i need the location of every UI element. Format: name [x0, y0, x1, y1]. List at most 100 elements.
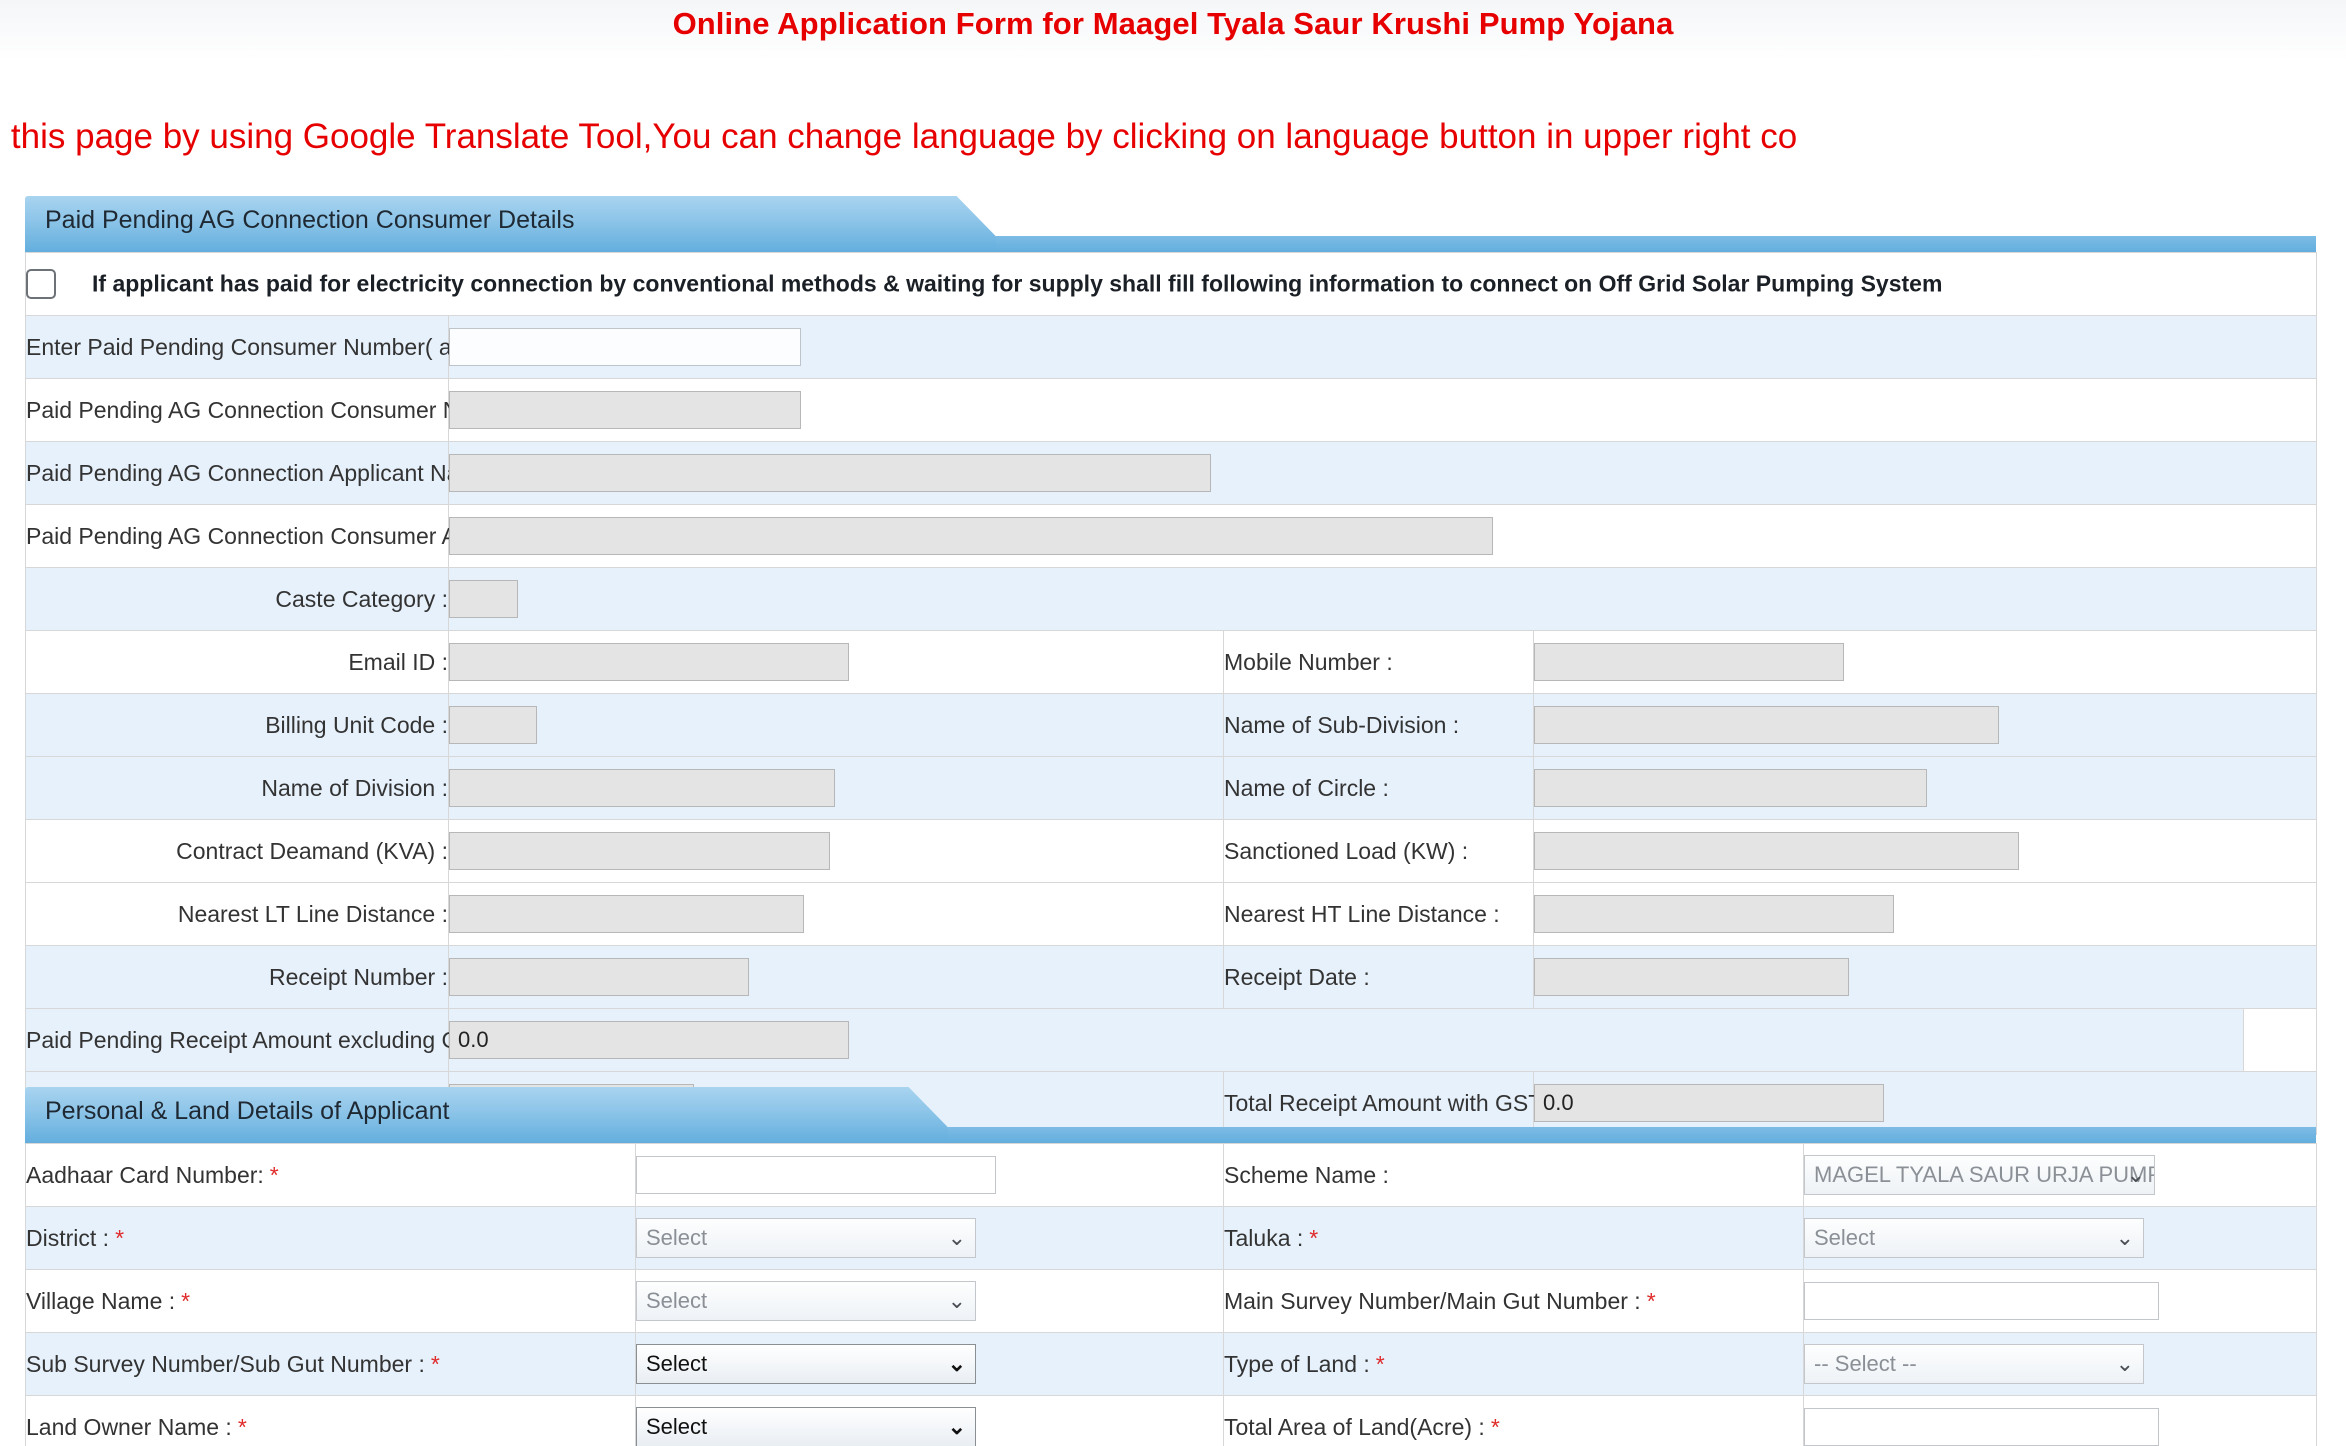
section2-header: Personal & Land Details of Applicant: [25, 1087, 2316, 1143]
consumer-number-input[interactable]: [449, 391, 801, 429]
type-of-land-select[interactable]: -- Select -- ⌄: [1804, 1344, 2144, 1384]
title-bar: Online Application Form for Maagel Tyala…: [0, 0, 2346, 62]
table-row: Name of Division : Name of Circle :: [25, 756, 2318, 820]
district-label-text: District :: [26, 1224, 110, 1251]
email-id-cell: [448, 630, 1224, 694]
application-form-page: Online Application Form for Maagel Tyala…: [0, 0, 2346, 1446]
section-personal-land-details: Personal & Land Details of Applicant Aad…: [25, 1087, 2317, 1446]
section2-tab-slope: [880, 1087, 948, 1143]
section2-title: Personal & Land Details of Applicant: [45, 1097, 450, 1125]
district-cell: Select ⌄: [635, 1206, 1224, 1270]
name-of-sub-division-input[interactable]: [1534, 706, 1999, 744]
land-owner-name-value: Select: [646, 1414, 708, 1439]
village-name-cell: Select ⌄: [635, 1269, 1224, 1333]
translate-notice-marquee: te this page by using Google Translate T…: [0, 106, 2346, 168]
sub-survey-number-value: Select: [646, 1351, 708, 1376]
aadhaar-input[interactable]: [636, 1156, 996, 1194]
consumer-address-cell: [447, 504, 2318, 568]
chevron-down-icon: ⌄: [947, 1225, 966, 1250]
district-required-marker: *: [115, 1224, 125, 1251]
land-owner-name-select[interactable]: Select ⌄: [636, 1407, 976, 1446]
email-id-label: Email ID :: [25, 630, 449, 694]
total-area-cell: [1803, 1395, 2317, 1446]
consumer-address-label: Paid Pending AG Connection Consumer Addr…: [25, 504, 539, 568]
table-row: Billing Unit Code : Name of Sub-Division…: [25, 693, 2318, 757]
district-value: Select: [646, 1225, 708, 1250]
receipt-amount-excl-gst-input[interactable]: 0.0: [449, 1021, 849, 1059]
sub-survey-number-required-marker: *: [430, 1350, 440, 1377]
nearest-lt-line-label: Nearest LT Line Distance :: [25, 882, 449, 946]
table-row: Aadhaar Card Number: * Scheme Name : MAGE…: [25, 1143, 2317, 1207]
taluka-select[interactable]: Select ⌄: [1804, 1218, 2144, 1258]
chevron-down-icon: ⌄: [2115, 1351, 2134, 1376]
village-name-label-text: Village Name :: [26, 1287, 176, 1314]
type-of-land-cell: -- Select -- ⌄: [1803, 1332, 2317, 1396]
main-survey-number-cell: [1803, 1269, 2317, 1333]
nearest-ht-line-cell: [1532, 882, 2318, 946]
taluka-required-marker: *: [1309, 1224, 1319, 1251]
total-area-required-marker: *: [1490, 1413, 1500, 1440]
sub-survey-number-label: Sub Survey Number/Sub Gut Number : *: [25, 1332, 636, 1396]
receipt-number-input[interactable]: [449, 958, 749, 996]
name-of-sub-division-cell: [1532, 693, 2318, 757]
caste-category-cell: [447, 567, 2318, 631]
taluka-cell: Select ⌄: [1803, 1206, 2317, 1270]
receipt-date-cell: [1532, 945, 2318, 1009]
main-survey-number-input[interactable]: [1804, 1282, 2159, 1320]
applicant-name-label: Paid Pending AG Connection Applicant Nam…: [25, 441, 504, 505]
chevron-down-icon: ⌄: [947, 1414, 966, 1439]
paid-pending-note-text: If applicant has paid for electricity co…: [92, 270, 1943, 297]
main-survey-number-label: Main Survey Number/Main Gut Number : *: [1223, 1269, 1804, 1333]
receipt-number-label: Receipt Number :: [25, 945, 449, 1009]
taluka-label: Taluka : *: [1223, 1206, 1804, 1270]
nearest-lt-line-input[interactable]: [449, 895, 804, 933]
taluka-value: Select: [1814, 1225, 1876, 1250]
district-label: District : *: [25, 1206, 636, 1270]
table-row: Contract Deamand (KVA) : Sanctioned Load…: [25, 819, 2318, 883]
billing-unit-code-input[interactable]: [449, 706, 537, 744]
scheme-name-cell: MAGEL TYALA SAUR URJA PUMP ⌄: [1803, 1143, 2317, 1207]
caste-category-label: Caste Category :: [25, 567, 449, 631]
nearest-ht-line-input[interactable]: [1534, 895, 1894, 933]
enter-paid-pending-consumer-number-input[interactable]: [449, 328, 801, 366]
table-row: Land Owner Name : * Select ⌄ Total Area of…: [25, 1395, 2317, 1446]
village-name-label: Village Name : *: [25, 1269, 636, 1333]
section2-tab-bar: [948, 1127, 2316, 1143]
land-owner-name-label-text: Land Owner Name :: [26, 1413, 232, 1440]
section1-header: Paid Pending AG Connection Consumer Deta…: [25, 196, 2316, 252]
consumer-address-input[interactable]: [449, 517, 1493, 555]
sub-survey-number-cell: Select ⌄: [635, 1332, 1224, 1396]
total-area-label-text: Total Area of Land(Acre) :: [1224, 1413, 1485, 1440]
mobile-number-input[interactable]: [1534, 643, 1844, 681]
section2-table: Aadhaar Card Number: * Scheme Name : MAGE…: [25, 1143, 2317, 1446]
email-id-input[interactable]: [449, 643, 849, 681]
sanctioned-load-cell: [1532, 819, 2318, 883]
sub-survey-number-select[interactable]: Select ⌄: [636, 1344, 976, 1384]
caste-category-input[interactable]: [449, 580, 518, 618]
table-row: Sub Survey Number/Sub Gut Number : * Sele…: [25, 1332, 2317, 1396]
scheme-name-select[interactable]: MAGEL TYALA SAUR URJA PUMP ⌄: [1804, 1155, 2155, 1195]
district-select[interactable]: Select ⌄: [636, 1218, 976, 1258]
contract-demand-input[interactable]: [449, 832, 830, 870]
name-of-circle-cell: [1532, 756, 2318, 820]
chevron-down-icon: ⌄: [2115, 1225, 2134, 1250]
type-of-land-value: -- Select --: [1814, 1351, 1917, 1376]
sanctioned-load-input[interactable]: [1534, 832, 2019, 870]
name-of-division-cell: [448, 756, 1224, 820]
table-row: If applicant has paid for electricity co…: [24, 252, 2318, 316]
total-area-input[interactable]: [1804, 1408, 2159, 1446]
chevron-down-icon: ⌄: [947, 1288, 966, 1313]
name-of-division-input[interactable]: [449, 769, 835, 807]
village-name-select[interactable]: Select ⌄: [636, 1281, 976, 1321]
name-of-circle-input[interactable]: [1534, 769, 1927, 807]
paid-pending-checkbox[interactable]: [26, 269, 56, 299]
page-title: Online Application Form for Maagel Tyala…: [672, 6, 1674, 41]
applicant-name-input[interactable]: [449, 454, 1211, 492]
land-owner-name-cell: Select ⌄: [635, 1395, 1224, 1446]
receipt-date-input[interactable]: [1534, 958, 1849, 996]
table-row: Nearest LT Line Distance : Nearest HT Li…: [25, 882, 2318, 946]
type-of-land-required-marker: *: [1375, 1350, 1385, 1377]
mobile-number-cell: [1532, 630, 2318, 694]
village-name-value: Select: [646, 1288, 708, 1313]
section-paid-pending-ag-connection: Paid Pending AG Connection Consumer Deta…: [24, 196, 2318, 1135]
